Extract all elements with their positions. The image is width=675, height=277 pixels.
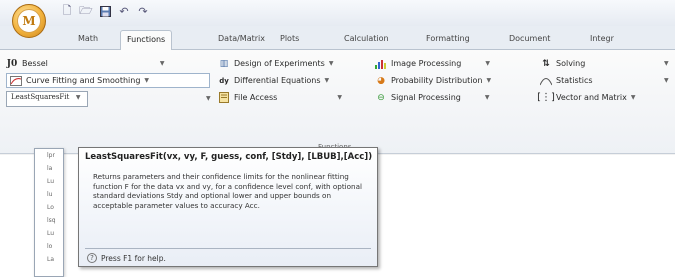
help-icon: ?	[87, 253, 97, 263]
statistics-label: Statistics	[556, 76, 593, 85]
differential-equations-icon: dy	[219, 76, 229, 85]
list-item[interactable]: Lu	[35, 175, 63, 188]
chevron-down-icon: ▼	[144, 77, 150, 84]
redo-icon[interactable]: ↷	[136, 4, 150, 18]
file-access-menu[interactable]: File Access ▼	[218, 90, 342, 105]
open-folder-icon[interactable]: 🗁	[79, 4, 93, 18]
solving-menu[interactable]: ⇅ Solving	[540, 56, 585, 71]
list-item[interactable]: La	[35, 253, 63, 266]
function-combobox[interactable]: LeastSquaresFit ▼	[6, 90, 88, 107]
chevron-down-icon: ▼	[485, 60, 490, 67]
bessel-menu[interactable]: J0 Bessel ▼	[6, 56, 165, 71]
tooltip-description: Returns parameters and their confidence …	[93, 172, 362, 210]
vector-and-matrix-menu[interactable]: [⋮] Vector and Matrix ▼	[537, 90, 636, 105]
function-combo[interactable]: LeastSquaresFit ▼ ▼	[6, 90, 211, 107]
chevron-down-icon: ▼	[630, 94, 636, 101]
chevron-down-icon: ▼	[486, 77, 492, 84]
function-combo-value: LeastSquaresFit	[11, 92, 70, 101]
image-processing-menu[interactable]: Image Processing ▼	[375, 56, 490, 71]
tab-math[interactable]: Math	[72, 30, 104, 50]
file-access-label: File Access	[234, 93, 278, 102]
tab-document[interactable]: Document	[503, 30, 556, 50]
tab-plots[interactable]: Plots	[274, 30, 305, 50]
new-document-icon[interactable]: 🗋	[60, 4, 74, 18]
probability-distribution-menu[interactable]: ◕ Probability Distribution ▼	[375, 73, 491, 88]
tab-functions[interactable]: Functions	[120, 30, 173, 51]
solving-label: Solving	[556, 59, 586, 68]
tab-integration[interactable]: Integr	[584, 30, 620, 50]
file-access-icon	[218, 92, 230, 104]
ribbon-panel: J0 Bessel ▼ Curve Fitting and Smoothing …	[0, 50, 675, 154]
list-item[interactable]: lsq	[35, 214, 63, 227]
vector-and-matrix-label: Vector and Matrix	[556, 93, 627, 102]
application-menu-button[interactable]: M	[12, 4, 46, 38]
chevron-down-icon: ▼	[664, 60, 669, 67]
ribbon-tabs: Math Functions Data/Matrix Plots Calcula…	[0, 26, 675, 51]
statistics-icon	[540, 75, 552, 87]
chevron-down-icon: ▼	[337, 94, 342, 101]
list-item[interactable]: Lu	[35, 227, 63, 240]
signal-processing-icon: ⊖	[377, 92, 385, 103]
design-of-experiments-menu[interactable]: ▥ Design of Experiments ▼	[218, 56, 334, 71]
solving-icon: ⇅	[542, 58, 550, 69]
curve-fitting-menu[interactable]: Curve Fitting and Smoothing ▼	[6, 73, 210, 88]
curve-fitting-icon	[10, 75, 22, 87]
differential-equations-menu[interactable]: dy Differential Equations ▼	[218, 73, 329, 88]
bessel-label: Bessel	[22, 59, 48, 68]
save-icon[interactable]	[98, 4, 112, 18]
bessel-icon: J0	[6, 58, 18, 69]
vector-matrix-icon: [⋮]	[537, 92, 555, 103]
quick-access-toolbar: 🗋 🗁 ↶ ↷	[60, 4, 150, 18]
list-item[interactable]: lo	[35, 240, 63, 253]
chevron-down-icon: ▼	[664, 77, 669, 84]
tab-data-matrix[interactable]: Data/Matrix	[212, 30, 271, 50]
image-processing-label: Image Processing	[391, 59, 462, 68]
tooltip-divider	[85, 248, 371, 249]
function-tooltip: LeastSquaresFit(vx, vy, F, guess, conf, …	[78, 147, 378, 267]
statistics-dropdown[interactable]: ▼	[660, 73, 669, 88]
tab-formatting[interactable]: Formatting	[420, 30, 476, 50]
design-of-experiments-icon: ▥	[219, 58, 229, 69]
chevron-down-icon: ▼	[159, 60, 165, 67]
tooltip-title: LeastSquaresFit(vx, vy, F, guess, conf, …	[85, 152, 373, 162]
curve-fitting-label: Curve Fitting and Smoothing	[26, 76, 141, 85]
solving-dropdown[interactable]: ▼	[660, 56, 669, 71]
chevron-down-icon: ▼	[328, 60, 334, 67]
signal-processing-label: Signal Processing	[391, 93, 461, 102]
function-dropdown-list[interactable]: lpr la Lu lu Lo lsq Lu lo La	[34, 148, 64, 277]
chevron-down-icon: ▼	[484, 94, 490, 101]
tooltip-help: ? Press F1 for help.	[87, 253, 166, 263]
tab-calculation[interactable]: Calculation	[338, 30, 395, 50]
signal-processing-menu[interactable]: ⊖ Signal Processing ▼	[375, 90, 489, 105]
image-processing-icon	[375, 58, 387, 70]
chevron-down-icon: ▼	[324, 77, 330, 84]
title-bar: 🗋 🗁 ↶ ↷	[0, 0, 675, 26]
list-item[interactable]: la	[35, 162, 63, 175]
design-of-experiments-label: Design of Experiments	[234, 59, 325, 68]
chevron-down-icon: ▼	[75, 93, 81, 101]
list-item[interactable]: lu	[35, 188, 63, 201]
statistics-menu[interactable]: Statistics	[540, 73, 593, 88]
list-item[interactable]: lpr	[35, 149, 63, 162]
differential-equations-label: Differential Equations	[234, 76, 321, 85]
app-logo-letter: M	[17, 9, 41, 33]
probability-distribution-icon: ◕	[377, 75, 385, 86]
undo-icon[interactable]: ↶	[117, 4, 131, 18]
tooltip-help-text: Press F1 for help.	[101, 253, 166, 263]
chevron-down-icon: ▼	[206, 95, 211, 102]
probability-distribution-label: Probability Distribution	[391, 76, 483, 85]
list-item[interactable]: Lo	[35, 201, 63, 214]
